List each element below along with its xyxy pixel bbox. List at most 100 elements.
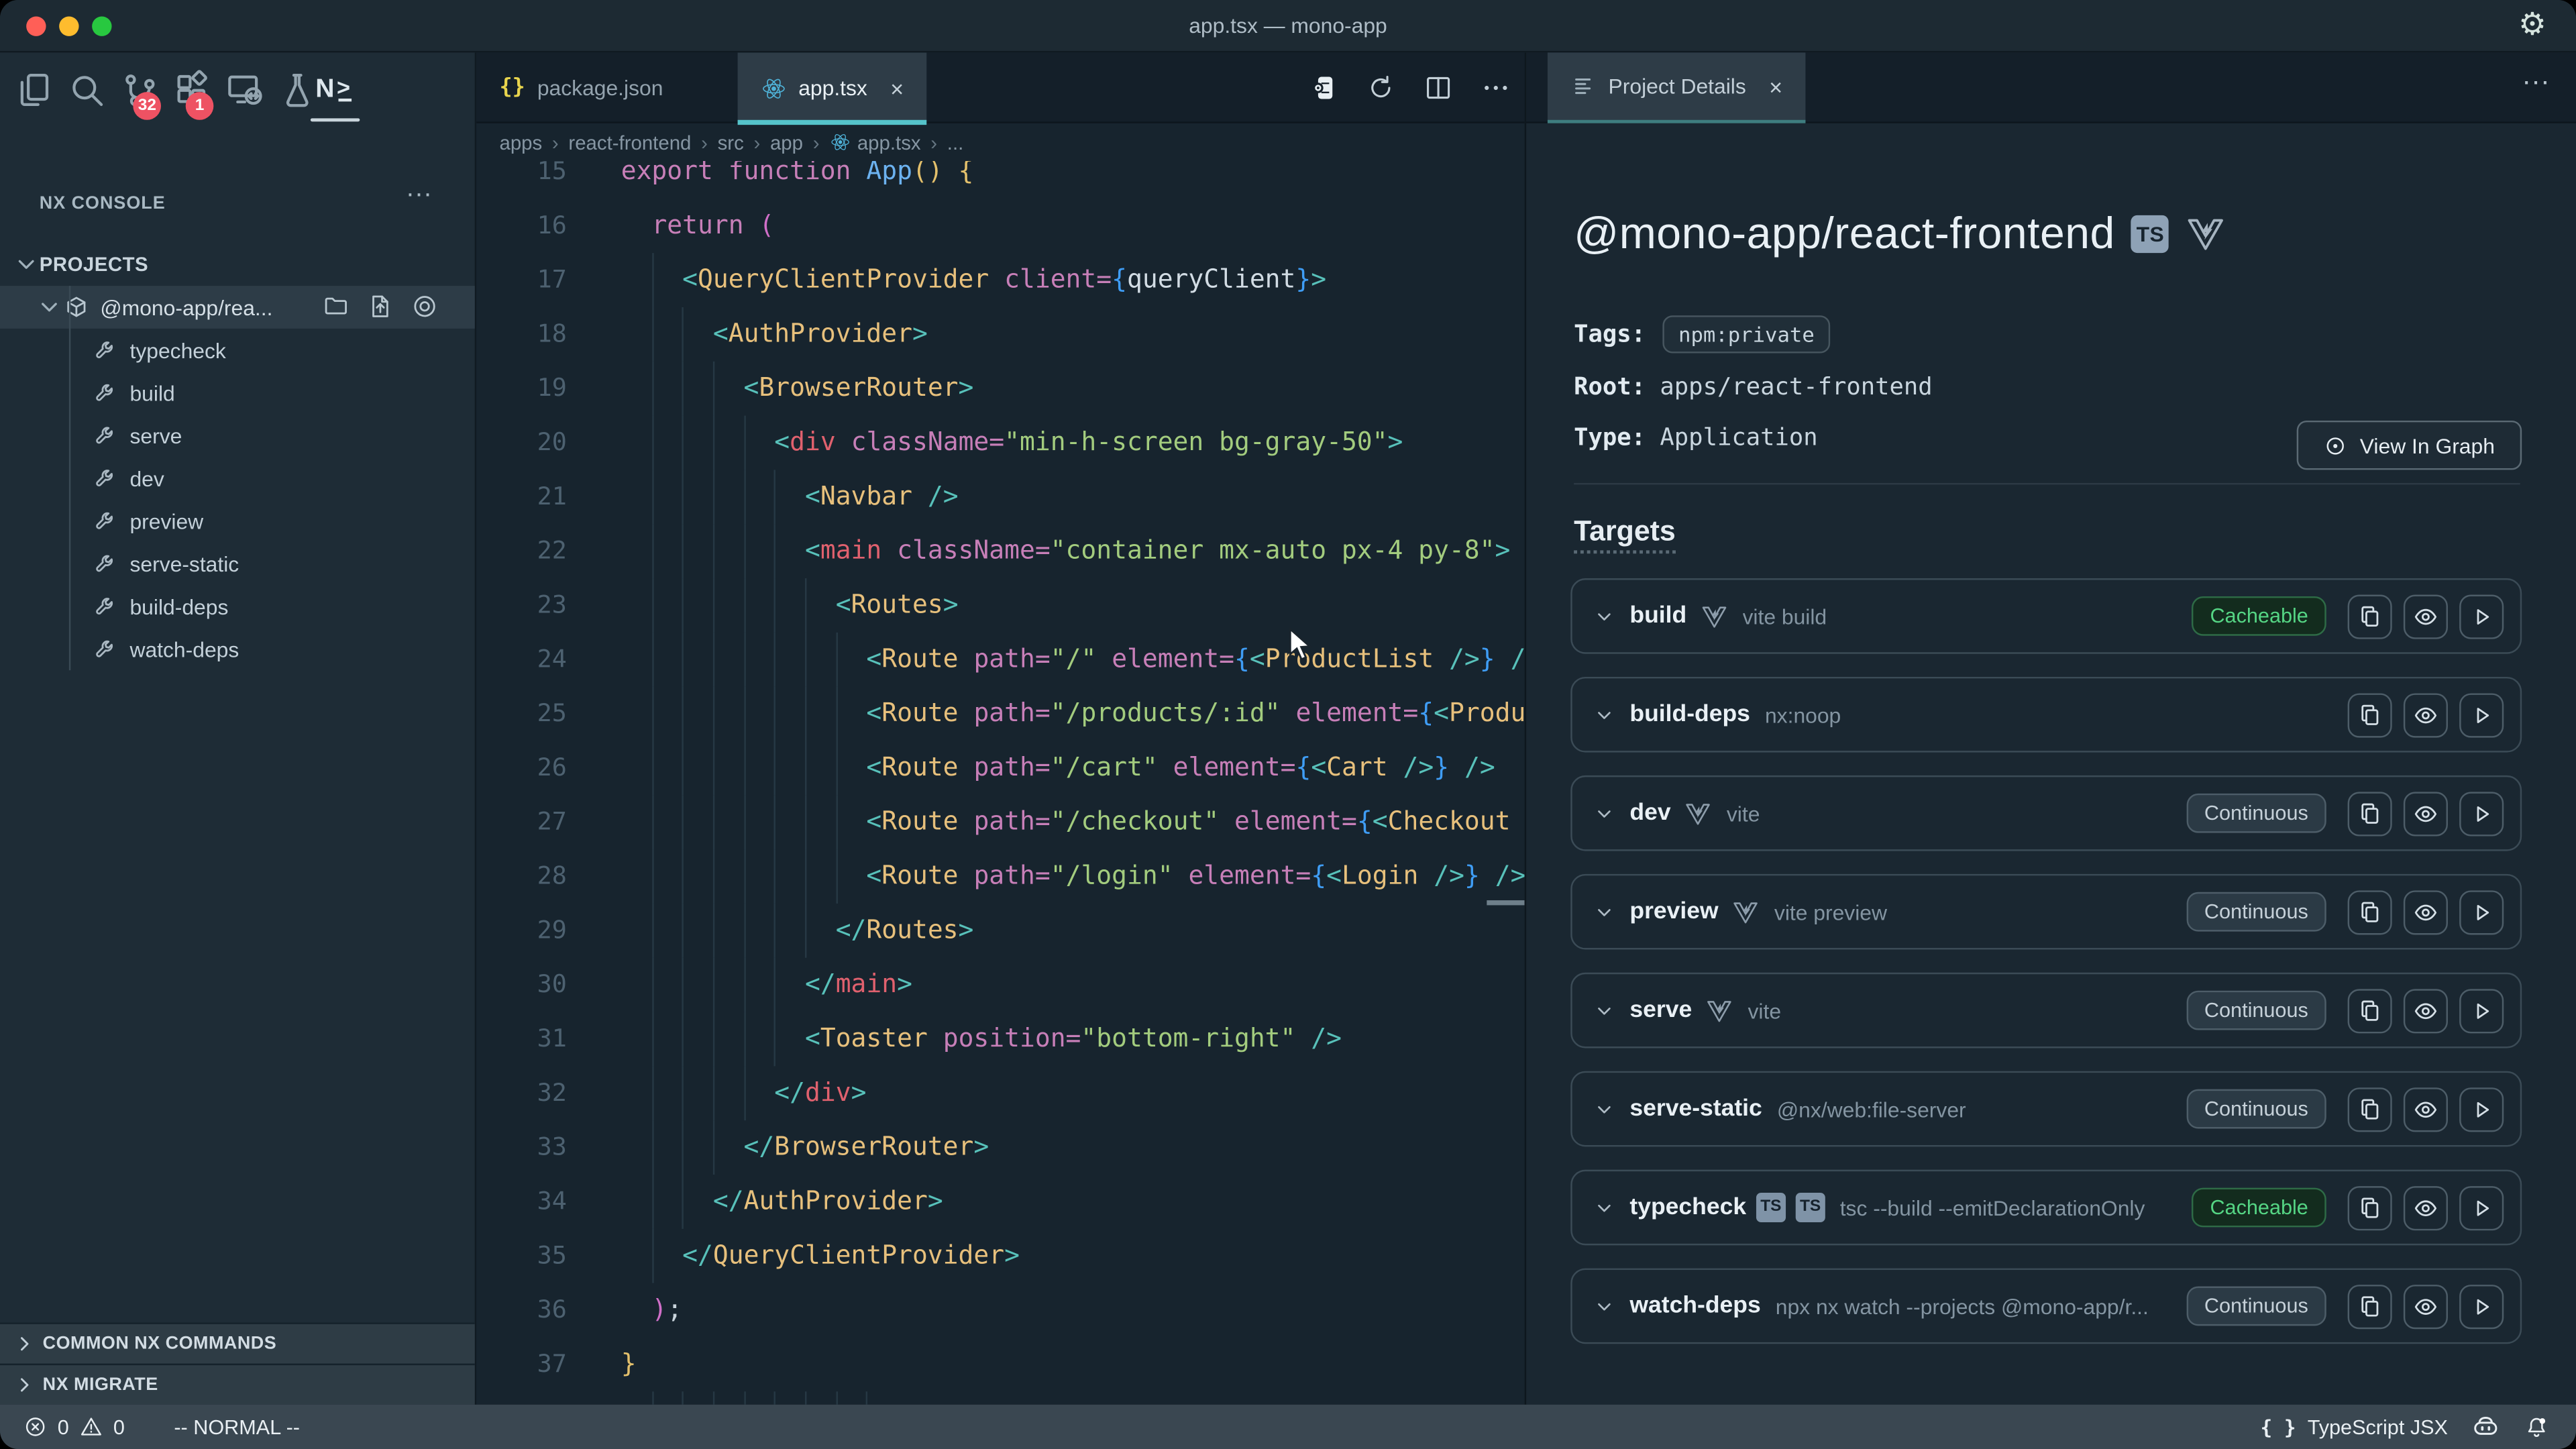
run-task-button[interactable]	[2459, 692, 2504, 737]
view-task-button[interactable]	[2404, 1185, 2448, 1230]
breadcrumb-separator: ›	[701, 131, 708, 154]
warning-count: 0	[113, 1415, 125, 1438]
copilot-icon[interactable]	[2471, 1412, 2500, 1442]
run-task-button[interactable]	[2459, 890, 2504, 934]
open-project-details-icon[interactable]	[1307, 72, 1339, 104]
chevron-down-icon[interactable]	[1594, 1295, 1615, 1317]
tab-package-json[interactable]: {} package.json	[476, 52, 686, 123]
tab-app-tsx[interactable]: app.tsx ×	[738, 52, 927, 123]
tree-item-build[interactable]: build	[0, 371, 475, 414]
copy-task-button[interactable]	[2348, 1284, 2392, 1328]
run-task-button[interactable]	[2459, 1284, 2504, 1328]
tab-project-details[interactable]: Project Details ×	[1548, 52, 1805, 123]
chevron-down-icon[interactable]	[1594, 704, 1615, 725]
indent-guide	[713, 1012, 714, 1067]
run-task-button[interactable]	[2459, 594, 2504, 638]
nx-console-icon[interactable]: N>	[315, 67, 358, 110]
badge-continuous: Continuous	[2186, 1287, 2326, 1326]
breadcrumb-item----[interactable]: ...	[947, 131, 964, 154]
tree-item-build-deps[interactable]: build-deps	[0, 585, 475, 628]
view-task-button[interactable]	[2404, 594, 2448, 638]
view-task-button[interactable]	[2404, 890, 2448, 934]
run-task-button[interactable]	[2459, 1087, 2504, 1131]
testing-icon[interactable]	[276, 69, 319, 112]
copy-task-button[interactable]	[2348, 1185, 2392, 1230]
problems-status[interactable]: 0 0 -- NORMAL --	[0, 1415, 300, 1440]
code-area[interactable]: 15export function App() {16 return (17 <…	[476, 161, 1524, 1405]
graph-target-icon[interactable]	[411, 292, 439, 321]
activity-bar: 321N>	[0, 52, 475, 131]
search-icon[interactable]	[66, 69, 109, 112]
code-text: <div className="min-h-screen bg-gray-50"…	[567, 416, 1525, 470]
tree-item-serve-static[interactable]: serve-static	[0, 542, 475, 585]
sidebar-more-icon[interactable]: ···	[406, 180, 432, 210]
split-editor-icon[interactable]	[1423, 72, 1454, 104]
remote-explorer-icon[interactable]	[223, 69, 266, 112]
tree-item-watch-deps[interactable]: watch-deps	[0, 628, 475, 671]
tree-item-project[interactable]: @mono-app/rea...	[0, 286, 475, 329]
window-title: app.tsx — mono-app	[0, 0, 2576, 52]
panel-more-icon[interactable]: ···	[2522, 66, 2550, 99]
view-task-button[interactable]	[2404, 988, 2448, 1032]
chevron-down-icon[interactable]	[1594, 802, 1615, 824]
tree-item-preview[interactable]: preview	[0, 499, 475, 542]
view-task-button[interactable]	[2404, 692, 2448, 737]
code-line-22: 22 <main className="container mx-auto px…	[476, 524, 1524, 578]
reveal-file-icon[interactable]	[366, 292, 394, 321]
view-task-button[interactable]	[2404, 1284, 2448, 1328]
type-row: Type: Application	[1574, 425, 1817, 451]
section-label: NX MIGRATE	[43, 1375, 158, 1395]
app-window: app.tsx — mono-app ⚙ 321N> NX CONSOLE ··…	[0, 0, 2576, 1449]
indent-guide	[743, 416, 745, 470]
run-task-button[interactable]	[2459, 791, 2504, 835]
indent-guide	[805, 849, 806, 904]
notifications-bell-icon[interactable]	[2524, 1413, 2550, 1440]
copy-task-button[interactable]	[2348, 1087, 2392, 1131]
copy-task-button[interactable]	[2348, 791, 2392, 835]
wrench-icon	[92, 507, 120, 535]
chevron-down-icon[interactable]	[1594, 901, 1615, 922]
target-command: vite build	[1742, 604, 1827, 629]
indent-guide	[682, 1175, 684, 1229]
view-in-graph-button[interactable]: View In Graph	[2297, 421, 2522, 470]
chevron-down-icon[interactable]	[1594, 1098, 1615, 1120]
copy-task-button[interactable]	[2348, 692, 2392, 737]
breadcrumb: apps›react-frontend›src›app›app.tsx›...	[476, 123, 1524, 161]
tree-item-dev[interactable]: dev	[0, 457, 475, 500]
breadcrumb-item-src[interactable]: src	[718, 131, 744, 154]
refresh-icon[interactable]	[1365, 72, 1397, 104]
line-number: 22	[476, 524, 567, 578]
tree-item-typecheck[interactable]: typecheck	[0, 329, 475, 372]
breadcrumb-item-app-tsx[interactable]: app.tsx	[829, 131, 920, 154]
tree-root-projects[interactable]: PROJECTS	[0, 243, 475, 286]
chevron-down-icon[interactable]	[1594, 1197, 1615, 1218]
copy-task-button[interactable]	[2348, 988, 2392, 1032]
settings-gear-icon[interactable]: ⚙	[2518, 7, 2546, 46]
sidebar-section-nx-migrate[interactable]: NX MIGRATE	[0, 1364, 475, 1405]
code-text: <Route path="/checkout" element={<Checko…	[567, 795, 1525, 849]
breadcrumb-separator: ›	[552, 131, 559, 154]
indent-guide	[743, 795, 745, 849]
more-actions-icon[interactable]	[1481, 72, 1512, 104]
close-tab-icon[interactable]: ×	[890, 74, 904, 101]
close-tab-icon[interactable]: ×	[1769, 73, 1782, 99]
sidebar-section-common-nx-commands[interactable]: COMMON NX COMMANDS	[0, 1322, 475, 1363]
target-name: watch-deps	[1629, 1293, 1760, 1319]
breadcrumb-item-apps[interactable]: apps	[499, 131, 542, 154]
breadcrumb-item-app[interactable]: app	[770, 131, 803, 154]
breadcrumb-item-react-frontend[interactable]: react-frontend	[568, 131, 691, 154]
folder-icon[interactable]	[322, 292, 350, 321]
copy-task-button[interactable]	[2348, 594, 2392, 638]
chevron-down-icon[interactable]	[1594, 1000, 1615, 1021]
run-task-button[interactable]	[2459, 988, 2504, 1032]
chevron-down-icon[interactable]	[1594, 605, 1615, 627]
view-task-button[interactable]	[2404, 1087, 2448, 1131]
language-mode[interactable]: { } TypeScript JSX	[2260, 1415, 2448, 1438]
tree-item-serve[interactable]: serve	[0, 414, 475, 457]
active-view-underline	[311, 118, 360, 121]
view-task-button[interactable]	[2404, 791, 2448, 835]
run-task-button[interactable]	[2459, 1185, 2504, 1230]
svg-text:N: N	[315, 74, 334, 103]
explorer-icon[interactable]	[13, 69, 56, 112]
copy-task-button[interactable]	[2348, 890, 2392, 934]
